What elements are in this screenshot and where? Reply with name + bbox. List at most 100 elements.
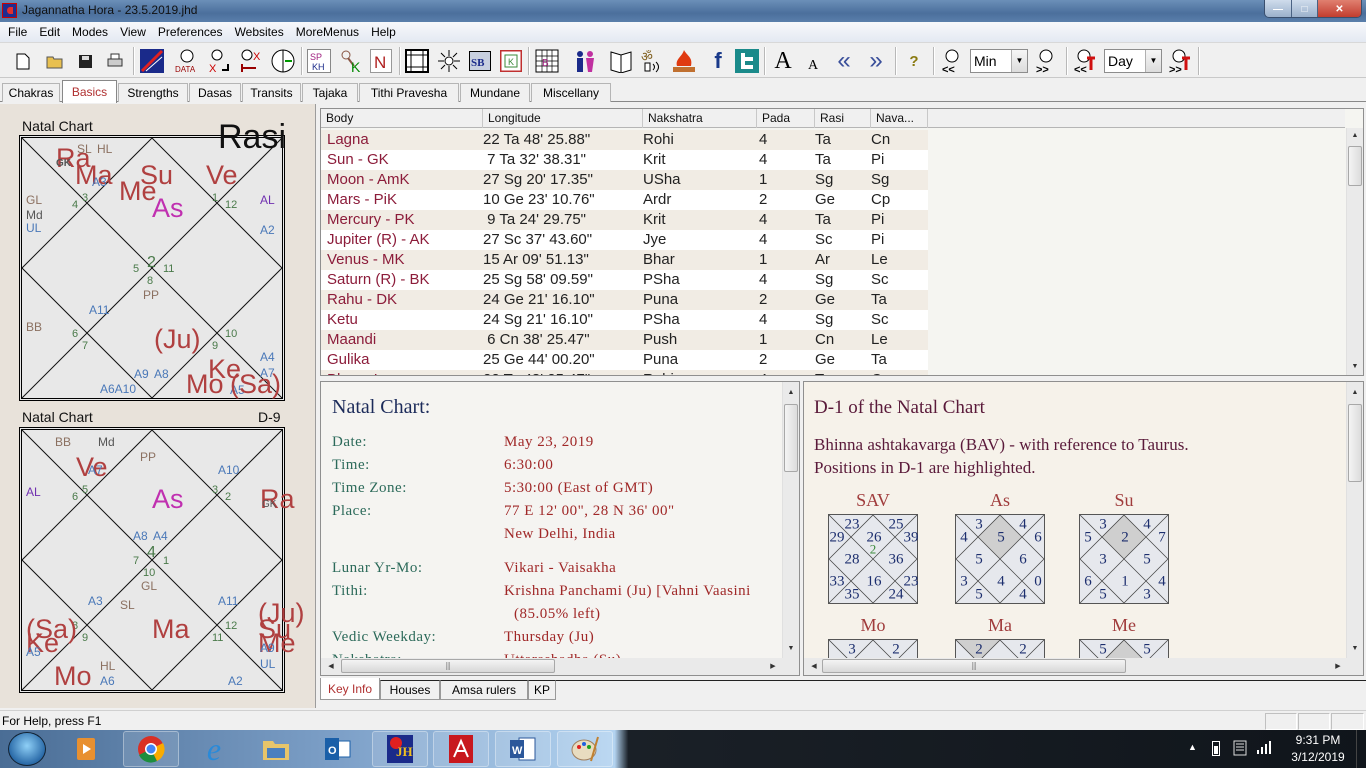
tab-chakras[interactable]: Chakras [2,83,60,102]
scroll-thumb[interactable]: ||| [341,659,555,673]
chrome-icon[interactable] [123,731,179,767]
table-vertical-scrollbar[interactable]: ▲ ▼ [1346,128,1363,375]
menu-websites[interactable]: Websites [229,25,290,39]
acrobat-reader-icon[interactable] [433,731,489,767]
signal-strength-icon[interactable] [1256,740,1272,757]
bav-horizontal-scrollbar[interactable]: ◀ ||| ▶ [804,658,1363,675]
save-icon[interactable] [72,48,98,74]
table-row[interactable]: Mars - PiK 10 Ge 23' 10.76" Ardr 2 Ge Cp [321,190,928,210]
tab-kp[interactable]: KP [528,680,556,700]
scroll-down-icon[interactable]: ▼ [1347,359,1363,375]
sb-icon[interactable]: SB [467,48,493,74]
column-header-rasi[interactable]: Rasi [815,109,871,128]
n-icon[interactable]: N [368,48,394,74]
table-row[interactable]: Saturn (R) - BK 25 Sg 58' 09.59" PSha 4 Sg Sc [321,270,928,290]
menu-edit[interactable]: Edit [33,25,66,39]
table-row[interactable]: Maandi 6 Cn 38' 25.47" Push 1 Cn Le [321,330,928,350]
table-row[interactable]: Mercury - PK 9 Ta 24' 29.75" Krit 4 Ta Pi [321,210,928,230]
network-adapter-icon[interactable] [1233,740,1247,759]
menu-moremenus[interactable]: MoreMenus [290,25,365,39]
tab-houses[interactable]: Houses [380,680,440,700]
menu-preferences[interactable]: Preferences [152,25,229,39]
jagannatha-hora-icon[interactable]: JH [372,731,428,767]
tab-tithi-pravesha[interactable]: Tithi Pravesha [359,83,459,102]
table-row[interactable]: Gulika 25 Ge 44' 00.20" Puna 2 Ge Ta [321,350,928,370]
table-row[interactable]: Rahu - DK 24 Ge 21' 16.10" Puna 2 Ge Ta [321,290,928,310]
fire-icon[interactable] [671,48,697,74]
step-unit-select[interactable]: Min ▼ [970,49,1028,73]
k-box-icon[interactable]: K [498,48,524,74]
step-back-icon[interactable]: << [939,48,965,74]
bav-vertical-scrollbar[interactable]: ▲ ▼ [1346,382,1363,658]
column-header-nakshatra[interactable]: Nakshatra [643,109,757,128]
outlook-icon[interactable]: O [310,731,366,767]
scroll-thumb[interactable]: ||| [822,659,1126,673]
scroll-right-icon[interactable]: ▶ [765,658,781,675]
column-header-navamsa[interactable]: Nava... [871,109,928,128]
menu-modes[interactable]: Modes [66,25,114,39]
show-desktop-button[interactable] [1356,730,1366,768]
table-row[interactable]: Sun - GK 7 Ta 32' 38.31" Krit 4 Ta Pi [321,150,928,170]
open-folder-icon[interactable] [42,48,68,74]
file-explorer-icon[interactable] [248,731,304,767]
print-icon[interactable] [102,48,128,74]
menu-view[interactable]: View [114,25,152,39]
data-clock-icon[interactable]: DATA [174,48,200,74]
step-forward-icon[interactable]: >> [1033,48,1059,74]
maximize-button[interactable]: □ [1291,0,1317,17]
table-row[interactable]: Venus - MK 15 Ar 09' 51.13" Bhar 1 Ar Le [321,250,928,270]
transit-unit-select[interactable]: Day ▼ [1104,49,1162,73]
scroll-thumb[interactable] [1348,146,1362,186]
clock-date[interactable]: 3/12/2019 [1290,750,1346,764]
dropdown-arrow-icon[interactable]: ▼ [1011,50,1027,72]
menu-help[interactable]: Help [365,25,402,39]
internet-explorer-icon[interactable]: e [186,731,242,767]
tab-tajaka[interactable]: Tajaka [302,83,358,102]
facebook-icon[interactable]: f [705,48,731,74]
bav-chart[interactable]: 235365134574 [1079,514,1169,604]
show-hidden-icons[interactable]: ▲ [1188,742,1197,752]
scroll-up-icon[interactable]: ▲ [1347,128,1363,144]
scroll-down-icon[interactable]: ▼ [783,640,799,656]
transit-back-icon[interactable]: << [1072,48,1098,74]
scroll-thumb[interactable] [1348,404,1362,482]
key-info-horizontal-scrollbar[interactable]: ◀ ||| ▶ [321,658,799,675]
bdf-grid-icon[interactable]: B [534,48,560,74]
transit-forward-icon[interactable]: >> [1167,48,1193,74]
next-icon[interactable]: » [863,47,889,74]
scroll-left-icon[interactable]: ◀ [806,658,822,675]
table-row[interactable]: Bhava L... 22 Ta 48' 25.47" Rohi 4 Ta Cn [321,370,928,375]
word-icon[interactable]: W [495,731,551,767]
prev-icon[interactable]: « [831,47,857,74]
sun-k-icon[interactable] [436,48,462,74]
bav-chart[interactable]: 26 23 29 28 33 35 16 24 23 36 39 25 2 [828,514,919,604]
scroll-up-icon[interactable]: ▲ [783,384,799,400]
tab-dasas[interactable]: Dasas [189,83,241,102]
column-header-pada[interactable]: Pada [757,109,815,128]
tab-transits[interactable]: Transits [242,83,301,102]
clock-time[interactable]: 9:31 PM [1293,733,1343,747]
start-button[interactable] [8,732,46,766]
clock-delete-icon[interactable]: X [238,48,264,74]
scroll-up-icon[interactable]: ▲ [1347,384,1363,400]
chart-icon[interactable] [139,48,165,74]
tab-strengths[interactable]: Strengths [118,83,188,102]
table-row[interactable]: Moon - AmK 27 Sg 20' 17.35" USha 1 Sg Sg [321,170,928,190]
table-row[interactable]: Lagna 22 Ta 48' 25.88" Rohi 4 Ta Cn [321,130,928,150]
navamsa-chart[interactable]: 4 7 1 10 5 6 3 2 8 9 11 12 BB Md PP Ve A… [19,427,305,693]
minimize-button[interactable]: — [1265,0,1291,17]
om-speaker-icon[interactable]: ॐ [639,48,665,74]
help-icon[interactable]: ? [901,48,927,74]
book-icon[interactable] [608,48,634,74]
clock-tz-icon[interactable] [270,48,296,74]
scroll-left-icon[interactable]: ◀ [323,658,339,675]
tab-basics[interactable]: Basics [62,80,117,103]
scroll-down-icon[interactable]: ▼ [1347,640,1363,656]
tab-amsa-rulers[interactable]: Amsa rulers [440,680,528,700]
sp-kh-icon[interactable]: SP KH [306,48,332,74]
grid-frame-icon[interactable] [404,48,430,74]
media-player-icon[interactable] [58,731,114,767]
rasi-chart[interactable]: 2 5 11 8 3 4 1 12 6 7 9 10 SL HL Ra GK M… [19,135,285,401]
column-header-body[interactable]: Body [321,109,483,128]
tab-key-info[interactable]: Key Info [320,678,380,700]
